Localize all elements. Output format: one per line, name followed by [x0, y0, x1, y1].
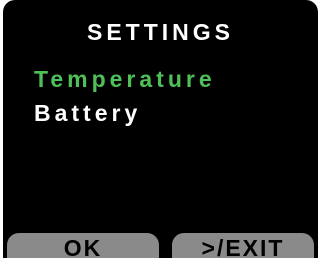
screen-title: SETTINGS: [86, 19, 234, 45]
ok-button[interactable]: OK: [7, 233, 159, 258]
settings-menu: Temperature Battery: [34, 62, 216, 130]
menu-item-battery[interactable]: Battery: [34, 96, 216, 130]
menu-item-temperature[interactable]: Temperature: [34, 62, 216, 96]
next-exit-button[interactable]: >/EXIT: [172, 233, 314, 258]
device-screen: SETTINGS Temperature Battery OK >/EXIT: [3, 0, 318, 258]
